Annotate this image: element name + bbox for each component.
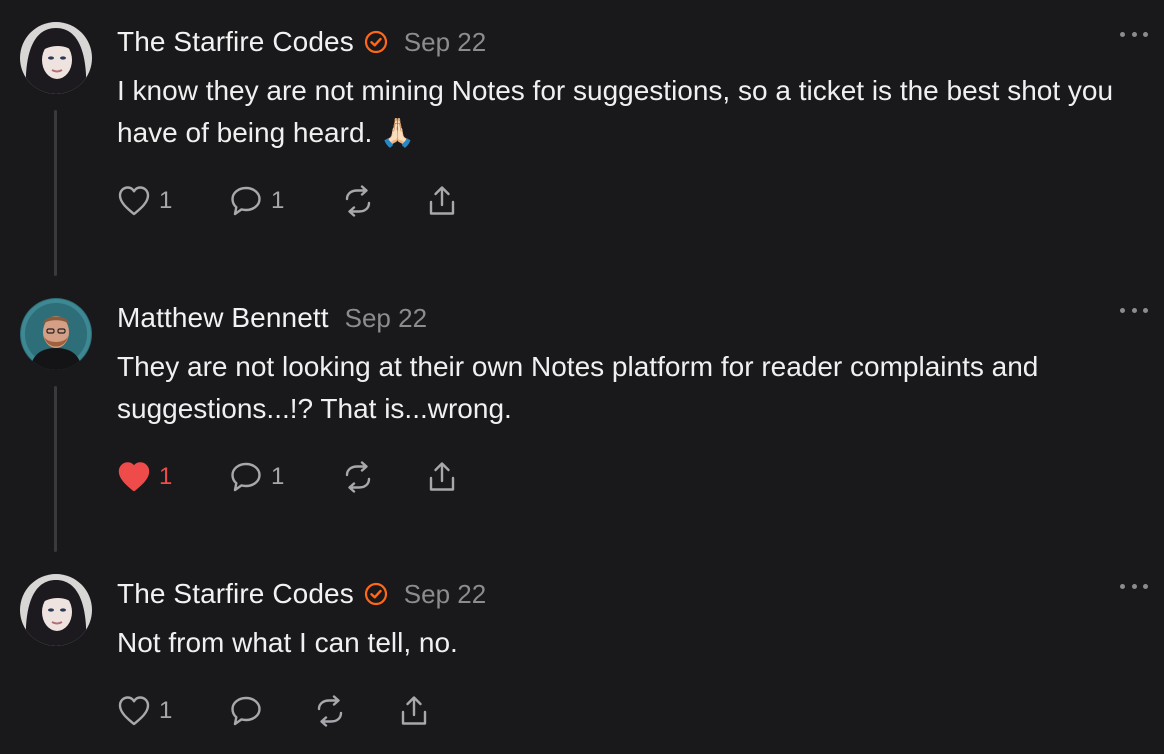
like-count: 1 xyxy=(159,697,173,724)
like-button[interactable]: 1 xyxy=(117,184,229,218)
more-options-icon[interactable] xyxy=(1120,576,1148,596)
more-options-icon[interactable] xyxy=(1120,300,1148,320)
author-name[interactable]: Matthew Bennett xyxy=(117,302,329,334)
comment-count: 1 xyxy=(271,463,285,490)
speech-bubble-icon xyxy=(229,185,263,217)
note-text: Not from what I can tell, no. xyxy=(117,627,458,658)
note-item[interactable]: The Starfire Codes Sep 22 Not from what … xyxy=(0,574,1164,744)
note-item[interactable]: Matthew Bennett Sep 22 They are not look… xyxy=(0,298,1164,518)
avatar[interactable] xyxy=(20,298,92,370)
like-button[interactable]: 1 xyxy=(117,460,229,494)
comment-button[interactable] xyxy=(229,694,313,728)
note-header: The Starfire Codes Sep 22 xyxy=(117,22,486,62)
verified-check-icon xyxy=(364,30,388,54)
note-date[interactable]: Sep 22 xyxy=(404,27,486,58)
comment-button[interactable]: 1 xyxy=(229,460,341,494)
avatar[interactable] xyxy=(20,22,92,94)
note-text: They are not looking at their own Notes … xyxy=(117,351,1039,424)
heart-icon xyxy=(117,695,151,727)
note-header: Matthew Bennett Sep 22 xyxy=(117,298,427,338)
share-icon xyxy=(425,185,459,217)
share-button[interactable] xyxy=(397,694,457,728)
speech-bubble-icon xyxy=(229,695,263,727)
comment-button[interactable]: 1 xyxy=(229,184,341,218)
restack-button[interactable] xyxy=(341,460,425,494)
avatar[interactable] xyxy=(20,574,92,646)
note-item[interactable]: The Starfire Codes Sep 22 I know they ar… xyxy=(0,22,1164,242)
note-date[interactable]: Sep 22 xyxy=(404,579,486,610)
share-icon xyxy=(397,695,431,727)
restack-button[interactable] xyxy=(313,694,397,728)
restack-icon xyxy=(341,185,375,217)
share-icon xyxy=(425,461,459,493)
heart-icon xyxy=(117,185,151,217)
like-button[interactable]: 1 xyxy=(117,694,229,728)
restack-icon xyxy=(341,461,375,493)
author-name[interactable]: The Starfire Codes xyxy=(117,26,354,58)
note-text: I know they are not mining Notes for sug… xyxy=(117,75,1114,148)
note-actions: 1 1 xyxy=(117,184,485,218)
note-header: The Starfire Codes Sep 22 xyxy=(117,574,486,614)
restack-icon xyxy=(313,695,347,727)
heart-icon xyxy=(117,461,151,493)
share-button[interactable] xyxy=(425,184,485,218)
speech-bubble-icon xyxy=(229,461,263,493)
note-date[interactable]: Sep 22 xyxy=(345,303,427,334)
notes-thread: The Starfire Codes Sep 22 I know they ar… xyxy=(0,0,1164,754)
author-name[interactable]: The Starfire Codes xyxy=(117,578,354,610)
like-count: 1 xyxy=(159,187,173,214)
note-actions: 1 1 xyxy=(117,460,485,494)
restack-button[interactable] xyxy=(341,184,425,218)
note-actions: 1 xyxy=(117,694,457,728)
share-button[interactable] xyxy=(425,460,485,494)
like-count: 1 xyxy=(159,463,173,490)
verified-check-icon xyxy=(364,582,388,606)
comment-count: 1 xyxy=(271,187,285,214)
more-options-icon[interactable] xyxy=(1120,24,1148,44)
